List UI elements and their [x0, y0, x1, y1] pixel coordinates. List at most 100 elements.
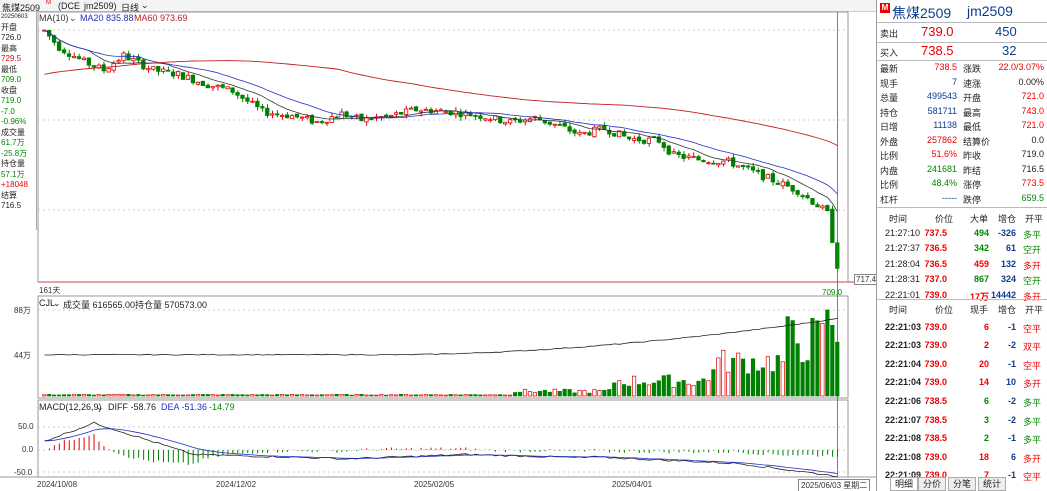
candle-body — [170, 71, 176, 77]
divider — [877, 22, 1047, 23]
candle-body — [423, 108, 429, 111]
candle-body — [597, 125, 602, 129]
table-cell: 132 — [1000, 258, 1016, 269]
table-cell: 738.5 — [924, 396, 947, 406]
table-row[interactable]: 21:27:10 737.5 494 -326 多平 — [877, 227, 1047, 240]
volume-bar — [304, 394, 310, 397]
volume-bar — [453, 394, 458, 397]
volume-bar — [339, 394, 344, 397]
ask-row[interactable]: 卖出 739.0 450 — [877, 24, 1047, 42]
candle-body — [151, 66, 156, 70]
candle-body — [716, 162, 721, 166]
tab-price-dist[interactable]: 分价 — [918, 477, 947, 491]
volume-bar — [280, 393, 285, 397]
volume-bar — [275, 394, 280, 397]
quote-stat-row: 杠杆 ----- 跌停 659.5 — [877, 192, 1047, 205]
volume-bar — [617, 380, 622, 397]
low-price-label: 709.0 — [822, 288, 843, 297]
volume-bar — [582, 390, 587, 397]
table-row[interactable]: 21:28:04 736.5 459 132 多开 — [877, 258, 1047, 271]
candle-body — [775, 182, 780, 185]
stat-value: 738.5 — [934, 62, 957, 72]
volume-bar — [438, 394, 443, 397]
volume-bar — [76, 394, 82, 397]
candle-body — [126, 53, 131, 61]
candle-body — [483, 118, 488, 121]
volume-bar — [562, 388, 567, 397]
stat-value: 22.0/3.07% — [998, 62, 1044, 72]
candle-body — [646, 137, 652, 144]
candle-body — [498, 116, 503, 124]
table-row[interactable]: 22:21:08 738.5 2 -1 多平 — [877, 432, 1047, 445]
table-cell: 多平 — [1023, 229, 1042, 240]
volume-bar — [503, 394, 508, 397]
table-row[interactable]: 21:27:37 736.5 342 61 空开 — [877, 242, 1047, 255]
table-row[interactable]: 22:21:03 739.0 6 -1 空平 — [877, 321, 1047, 334]
volume-bar — [488, 394, 493, 397]
candle-body — [394, 112, 399, 115]
stat-label: 持仓 — [880, 107, 899, 118]
volume-bar — [57, 394, 62, 397]
table-cell: 17万 — [969, 291, 989, 302]
table-cell: -1 — [1007, 358, 1016, 369]
table-cell: 22:21:03 — [885, 340, 922, 351]
table-row[interactable]: 21:28:31 737.0 867 324 空开 — [877, 273, 1047, 286]
macd-dropdown-icon[interactable]: ⌄ — [96, 402, 104, 413]
volume-bar — [220, 394, 225, 397]
table-row[interactable]: 22:21:08 739.0 18 6 多开 — [877, 451, 1047, 464]
table-row[interactable]: 22:21:04 739.0 14 10 多开 — [877, 376, 1047, 389]
table-cell: 22:21:08 — [885, 433, 922, 444]
table-cell: 多开 — [1023, 379, 1042, 390]
tab-stats[interactable]: 统计 — [978, 477, 1007, 491]
stat-label: 昨结 — [963, 165, 982, 176]
bid-row[interactable]: 买入 738.5 32 — [877, 43, 1047, 61]
volume-bar — [81, 394, 86, 397]
volume-bar — [765, 356, 770, 397]
table-header-cell: 开平 — [1025, 214, 1044, 224]
candle-body — [780, 181, 785, 187]
ask-price: 739.0 — [921, 24, 954, 39]
candle-body — [800, 195, 805, 198]
candle-body — [517, 119, 523, 123]
table-cell: 22:21:07 — [885, 414, 922, 425]
tab-detail[interactable]: 明细 — [890, 477, 919, 491]
candle-body — [275, 113, 280, 116]
kline-chart[interactable] — [0, 0, 876, 491]
candle-body — [681, 154, 686, 159]
candle-body — [205, 84, 210, 89]
candle-body — [166, 69, 171, 72]
candle-body — [825, 205, 830, 212]
quote-stat-row: 最新 738.5 涨跌 22.0/3.07% — [877, 61, 1047, 74]
tab-ticks[interactable]: 分笔 — [948, 477, 977, 491]
table-row[interactable]: 22:21:03 739.0 2 -2 双平 — [877, 339, 1047, 352]
table-row[interactable]: 22:21:04 739.0 20 -1 空平 — [877, 358, 1047, 371]
volume-bar — [146, 394, 151, 397]
volume-bar — [175, 394, 181, 397]
volume-bar — [646, 384, 652, 397]
volume-bar — [666, 374, 671, 397]
candle-body — [706, 162, 711, 165]
volume-bar — [716, 357, 721, 397]
days-count-label: 161天 — [39, 286, 61, 295]
candle-body — [795, 190, 800, 195]
volume-bar — [478, 394, 483, 397]
volume-bar — [537, 391, 542, 397]
candle-body — [587, 132, 592, 136]
volume-bar — [408, 394, 414, 397]
volume-bar — [760, 367, 766, 397]
volume-bar — [607, 389, 612, 397]
volume-dropdown-icon[interactable]: ⌄ — [53, 298, 61, 309]
candle-body — [180, 72, 186, 80]
volume-bar — [354, 394, 359, 397]
candle-body — [820, 205, 825, 209]
volume-bar — [379, 394, 384, 397]
table-header-cell: 现手 — [970, 305, 989, 315]
macd-indicator-label: MACD(12,26,9) — [39, 402, 102, 412]
table-row[interactable]: 22:21:06 738.5 6 -2 多平 — [877, 395, 1047, 408]
table-row[interactable]: 22:21:07 738.5 3 -2 多平 — [877, 414, 1047, 427]
volume-bar — [726, 371, 731, 397]
quote-stat-row: 外盘 257862 结算价 0.0 — [877, 134, 1047, 147]
volume-bar — [542, 389, 547, 397]
volume-bar — [656, 380, 661, 397]
candle-body — [71, 55, 77, 59]
